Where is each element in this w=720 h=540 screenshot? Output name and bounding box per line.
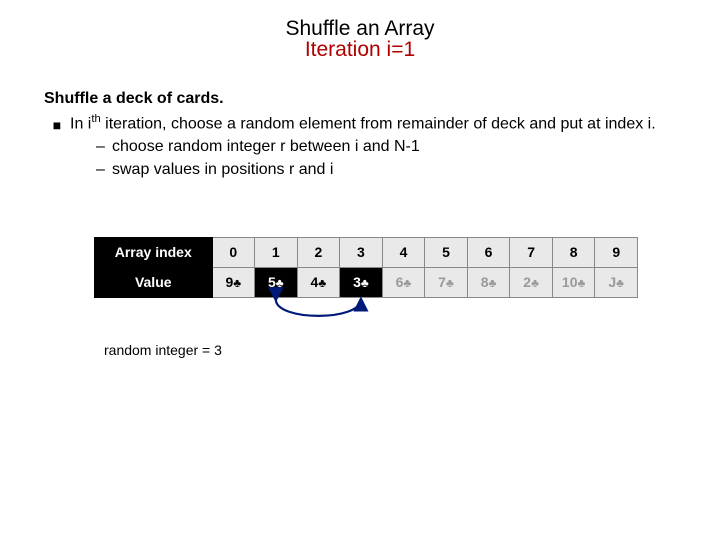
row-label-value: Value	[95, 267, 213, 297]
index-cell: 0	[212, 237, 255, 267]
value-cell: 5♣	[255, 267, 298, 297]
sub-bullet-2-text: swap values in positions r and i	[112, 159, 333, 181]
index-cell: 2	[297, 237, 340, 267]
bullet-item: ■ In ith iteration, choose a random elem…	[44, 112, 676, 181]
index-cell: 3	[340, 237, 383, 267]
bullet-sup: th	[91, 113, 100, 125]
bullet-post: iteration, choose a random element from …	[101, 116, 656, 133]
index-cell: 8	[552, 237, 595, 267]
index-cell: 7	[510, 237, 553, 267]
sub-bullet-2: – swap values in positions r and i	[96, 159, 676, 181]
bullet-text: In ith iteration, choose a random elemen…	[70, 112, 676, 181]
value-cell: 10♣	[552, 267, 595, 297]
index-cell: 1	[255, 237, 298, 267]
bullet-pre: In i	[70, 116, 91, 133]
row-label-index: Array index	[95, 237, 213, 267]
random-integer-caption: random integer = 3	[104, 342, 676, 358]
body-text: Shuffle a deck of cards. ■ In ith iterat…	[44, 88, 676, 181]
shuffle-heading: Shuffle a deck of cards.	[44, 88, 676, 110]
value-cell: 9♣	[212, 267, 255, 297]
dash-icon: –	[96, 136, 112, 158]
sub-bullet-1-text: choose random integer r between i and N-…	[112, 136, 420, 158]
title-block: Shuffle an Array Iteration i=1	[44, 18, 676, 60]
page-subtitle: Iteration i=1	[44, 39, 676, 60]
value-cell: 4♣	[297, 267, 340, 297]
index-cell: 6	[467, 237, 510, 267]
sub-bullet-1: – choose random integer r between i and …	[96, 136, 676, 158]
page-title: Shuffle an Array	[44, 18, 676, 39]
value-cell: 3♣	[340, 267, 383, 297]
bullet-dot-icon: ■	[44, 112, 70, 181]
value-cell: 2♣	[510, 267, 553, 297]
value-cell: J♣	[595, 267, 638, 297]
value-cell: 6♣	[382, 267, 425, 297]
array-table: Array index0123456789 Value9♣5♣4♣3♣6♣7♣8♣…	[94, 237, 638, 298]
value-cell: 8♣	[467, 267, 510, 297]
dash-icon: –	[96, 159, 112, 181]
index-cell: 5	[425, 237, 468, 267]
index-cell: 4	[382, 237, 425, 267]
index-cell: 9	[595, 237, 638, 267]
value-cell: 7♣	[425, 267, 468, 297]
